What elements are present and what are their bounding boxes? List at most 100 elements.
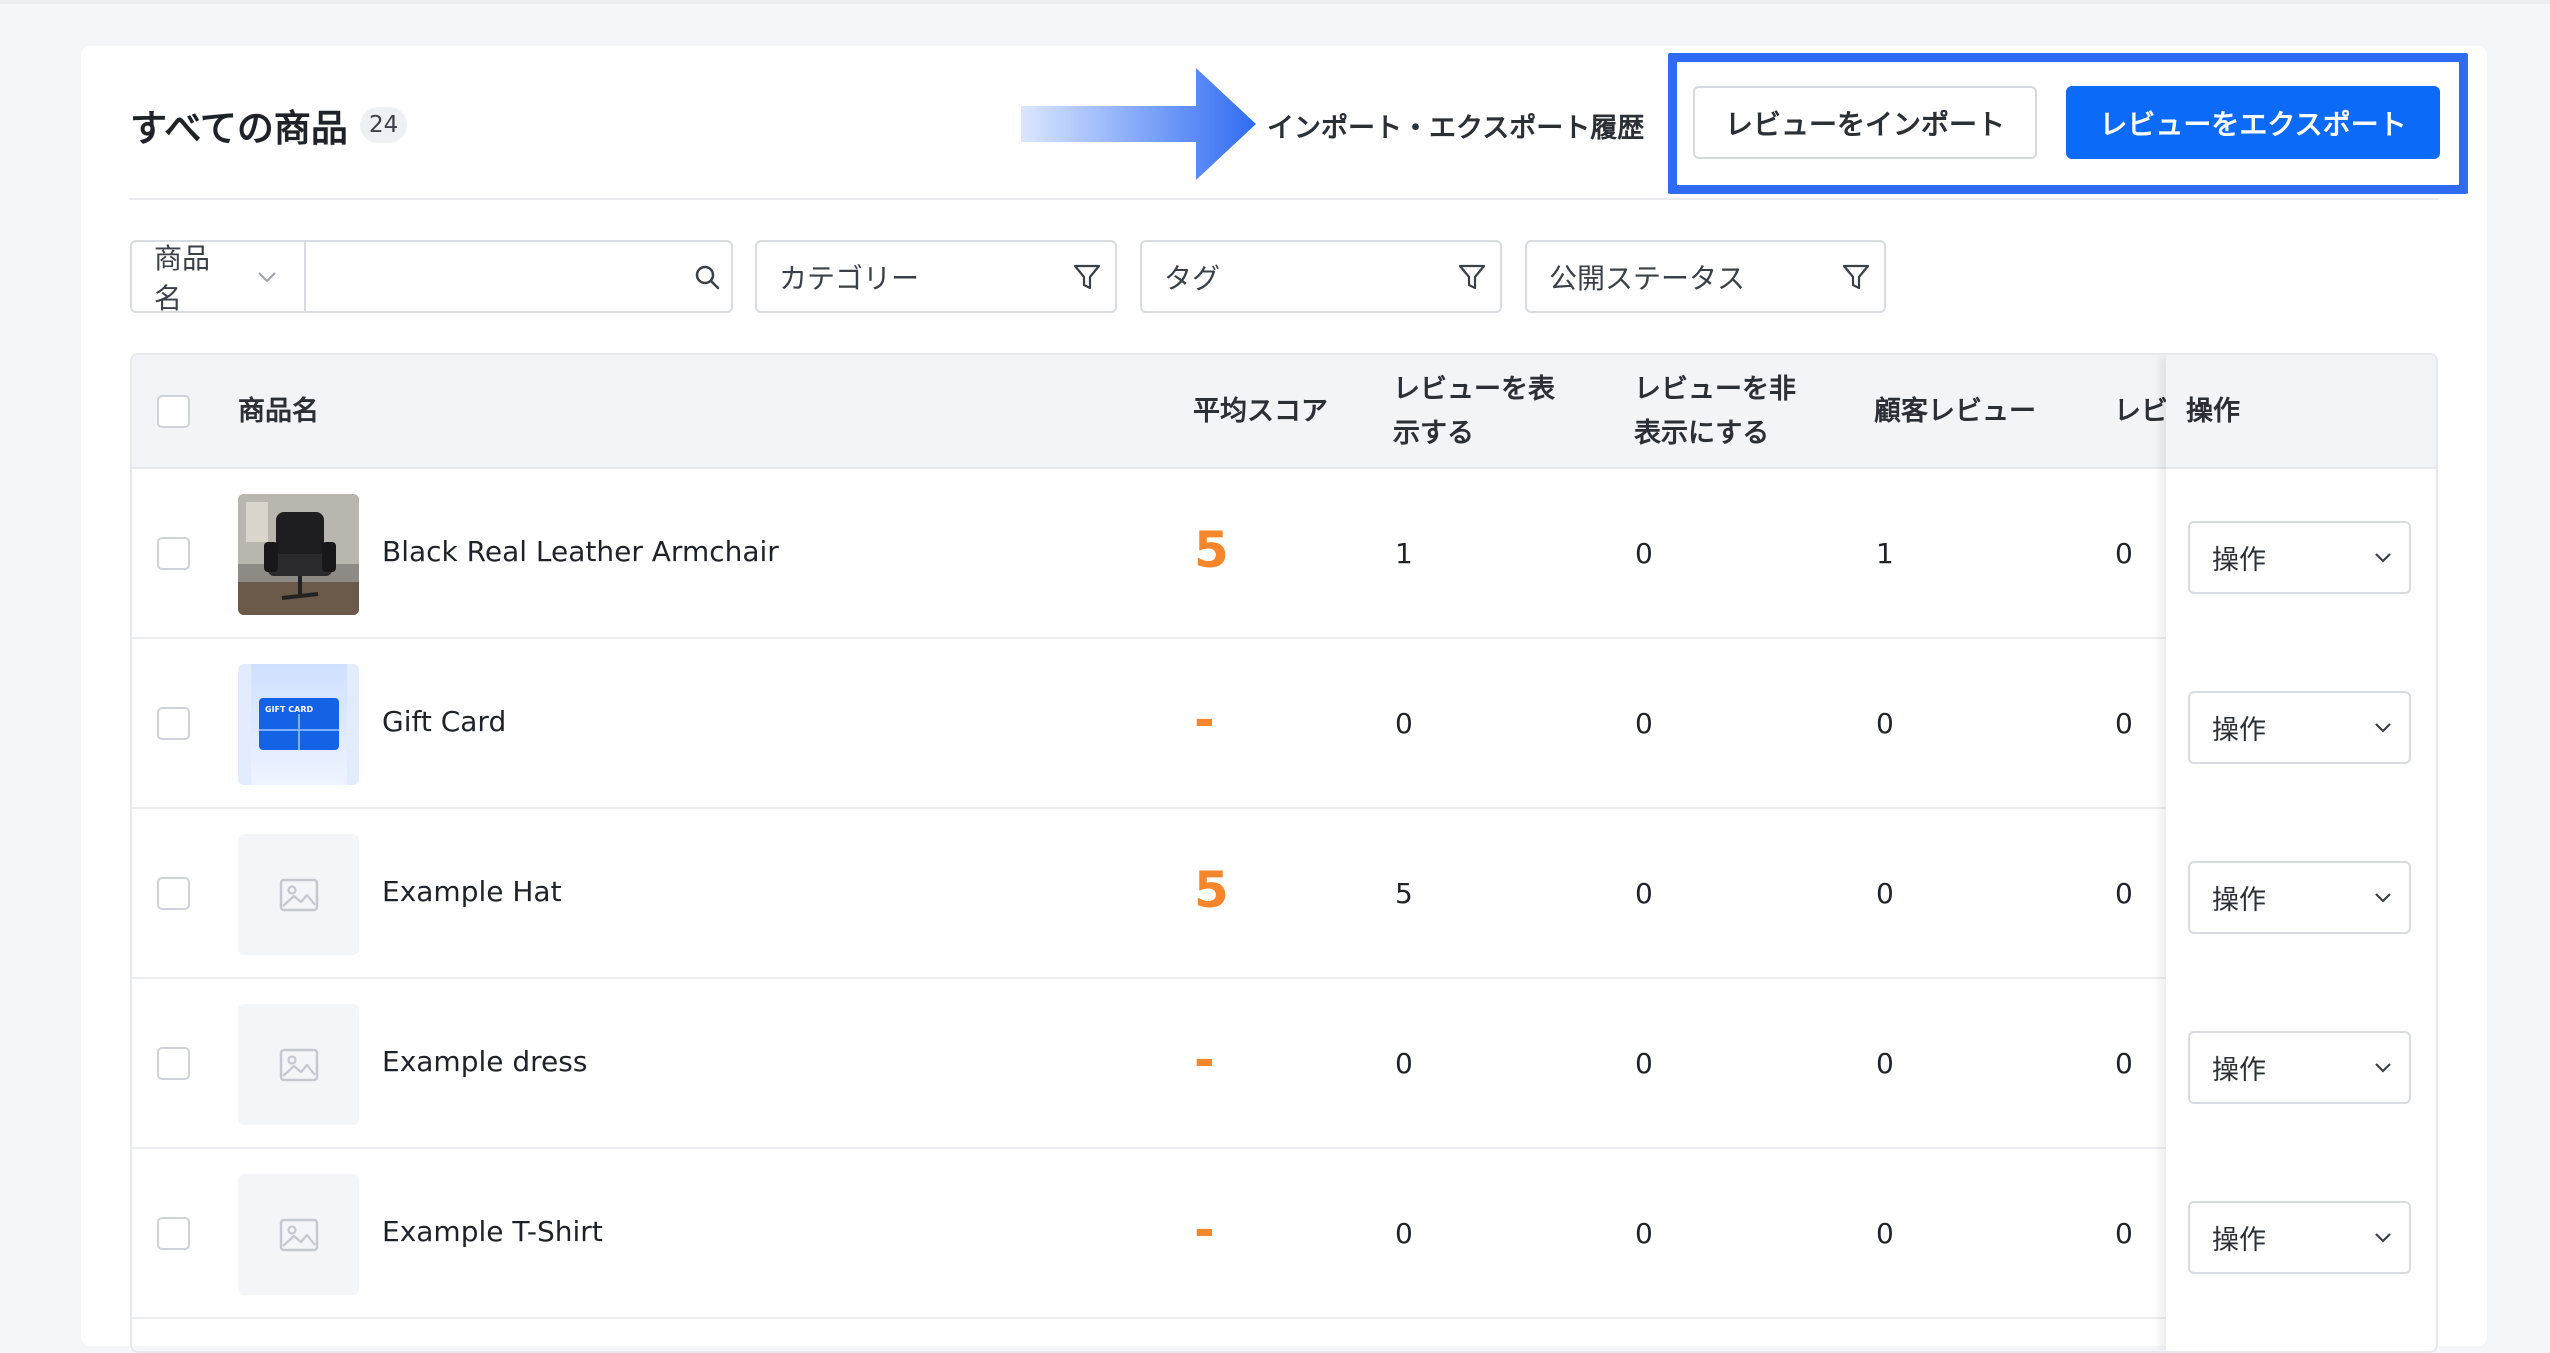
row-actions-dropdown[interactable]: 操作 bbox=[2188, 691, 2411, 764]
hidden-count: 0 bbox=[1635, 877, 1653, 910]
chevron-down-icon bbox=[2357, 722, 2409, 734]
table-row: Example T-Shirt - 0 0 0 0 bbox=[132, 1149, 2436, 1319]
extra-count: 0 bbox=[2115, 877, 2133, 910]
table-header: 商品名 平均スコア レビューを表 示する レビューを非 表示にする 顧客レビュー… bbox=[132, 355, 2436, 469]
row-actions-dropdown[interactable]: 操作 bbox=[2188, 521, 2411, 594]
search-field-select-label: 商品名 bbox=[154, 241, 211, 315]
actions-column: 操作 操作 操作 操作 操作 操作 bbox=[2166, 355, 2436, 1351]
status-filter[interactable]: 公開ステータス bbox=[1525, 240, 1886, 313]
product-name[interactable]: Example dress bbox=[382, 1045, 587, 1078]
product-name-search: 商品名 bbox=[130, 240, 733, 315]
product-thumbnail bbox=[238, 1004, 359, 1125]
table-row: Black Real Leather Armchair 5 1 0 1 0 bbox=[132, 469, 2436, 639]
pointer-arrow-icon bbox=[1021, 68, 1256, 180]
row-checkbox[interactable] bbox=[157, 537, 190, 570]
search-icon[interactable] bbox=[683, 263, 731, 291]
image-placeholder-icon bbox=[279, 878, 318, 911]
product-thumbnail bbox=[238, 834, 359, 955]
category-filter[interactable]: カテゴリー bbox=[755, 240, 1117, 313]
filter-icon bbox=[1444, 262, 1500, 292]
armchair-photo-icon bbox=[238, 494, 359, 615]
category-filter-label: カテゴリー bbox=[779, 261, 920, 295]
tag-filter[interactable]: タグ bbox=[1140, 240, 1502, 313]
table-row: GIFT CARD Gift Card - 0 0 0 0 bbox=[132, 639, 2436, 809]
row-actions-label: 操作 bbox=[2212, 545, 2266, 576]
col-product-name: 商品名 bbox=[238, 396, 319, 427]
gift-card-icon: GIFT CARD bbox=[250, 664, 347, 785]
actions-column-header: 操作 bbox=[2166, 355, 2436, 469]
row-checkbox[interactable] bbox=[157, 877, 190, 910]
col-shown-reviews-line1: レビューを表 bbox=[1393, 374, 1555, 405]
shown-count: 0 bbox=[1395, 1047, 1413, 1080]
hidden-count: 0 bbox=[1635, 1217, 1653, 1250]
row-actions-dropdown[interactable]: 操作 bbox=[2188, 1201, 2411, 1274]
extra-count: 0 bbox=[2115, 1047, 2133, 1080]
col-hidden-reviews-line1: レビューを非 bbox=[1634, 374, 1796, 405]
row-checkbox[interactable] bbox=[157, 707, 190, 740]
page-title: すべての商品 bbox=[130, 107, 348, 150]
row-actions-dropdown[interactable]: 操作 bbox=[2188, 1031, 2411, 1104]
product-name[interactable]: Gift Card bbox=[382, 705, 506, 738]
row-actions-label: 操作 bbox=[2212, 885, 2266, 916]
shown-count: 5 bbox=[1395, 877, 1413, 910]
shown-count: 0 bbox=[1395, 1217, 1413, 1250]
customer-count: 0 bbox=[1876, 1217, 1894, 1250]
filter-icon bbox=[1059, 262, 1115, 292]
col-customer-reviews: 顧客レビュー bbox=[1874, 396, 2036, 427]
shown-count: 0 bbox=[1395, 707, 1413, 740]
products-card: すべての商品 24 インポート・エクスポート履歴 レビューをインポート レビュー… bbox=[81, 46, 2487, 1353]
shown-count: 1 bbox=[1395, 537, 1413, 570]
col-shown-reviews-line2: 示する bbox=[1393, 418, 1474, 449]
col-shown-reviews: レビューを表 示する bbox=[1393, 368, 1555, 456]
avg-score: - bbox=[1194, 1201, 1215, 1259]
extra-count: 0 bbox=[2115, 537, 2133, 570]
import-reviews-button[interactable]: レビューをインポート bbox=[1693, 86, 2037, 159]
row-checkbox[interactable] bbox=[157, 1217, 190, 1250]
row-checkbox[interactable] bbox=[157, 1047, 190, 1080]
row-actions-dropdown[interactable]: 操作 bbox=[2188, 861, 2411, 934]
select-all-checkbox[interactable] bbox=[157, 395, 190, 428]
product-name[interactable]: Example Hat bbox=[382, 875, 562, 908]
row-actions-label: 操作 bbox=[2212, 1225, 2266, 1256]
count-badge: 24 bbox=[359, 107, 408, 143]
top-strip bbox=[0, 0, 2550, 4]
search-field-select[interactable]: 商品名 bbox=[132, 242, 307, 315]
gift-card-text: GIFT CARD bbox=[265, 705, 313, 714]
row-actions-label: 操作 bbox=[2212, 1055, 2266, 1086]
chevron-down-icon bbox=[2357, 1232, 2409, 1244]
col-hidden-reviews-line2: 表示にする bbox=[1634, 418, 1770, 449]
product-name[interactable]: Example T-Shirt bbox=[382, 1215, 603, 1248]
status-filter-label: 公開ステータス bbox=[1549, 261, 1746, 295]
extra-count: 0 bbox=[2115, 707, 2133, 740]
image-placeholder-icon bbox=[279, 1048, 318, 1081]
product-thumbnail bbox=[238, 1174, 359, 1295]
hidden-count: 0 bbox=[1635, 537, 1653, 570]
page-title-group: すべての商品 24 bbox=[130, 98, 408, 152]
avg-score: - bbox=[1194, 691, 1215, 749]
customer-count: 0 bbox=[1876, 1047, 1894, 1080]
import-export-history-link[interactable]: インポート・エクスポート履歴 bbox=[1267, 106, 1644, 145]
col-partial: レビ bbox=[2114, 396, 2168, 427]
hidden-count: 0 bbox=[1635, 707, 1653, 740]
customer-count: 1 bbox=[1876, 537, 1894, 570]
table-row: Example dress - 0 0 0 0 bbox=[132, 979, 2436, 1149]
products-table: 商品名 平均スコア レビューを表 示する レビューを非 表示にする 顧客レビュー… bbox=[130, 353, 2438, 1353]
header-divider bbox=[130, 198, 2438, 200]
chevron-down-icon bbox=[2357, 892, 2409, 904]
chevron-down-icon bbox=[2357, 1062, 2409, 1074]
export-reviews-button[interactable]: レビューをエクスポート bbox=[2066, 86, 2440, 159]
product-thumbnail bbox=[238, 494, 359, 615]
image-placeholder-icon bbox=[279, 1218, 318, 1251]
avg-score: - bbox=[1194, 1031, 1215, 1089]
customer-count: 0 bbox=[1876, 877, 1894, 910]
search-input[interactable] bbox=[306, 242, 684, 311]
hidden-count: 0 bbox=[1635, 1047, 1653, 1080]
extra-count: 0 bbox=[2115, 1217, 2133, 1250]
row-actions-label: 操作 bbox=[2212, 715, 2266, 746]
chevron-down-icon bbox=[2357, 552, 2409, 564]
product-thumbnail: GIFT CARD bbox=[238, 664, 359, 785]
col-avg-score: 平均スコア bbox=[1193, 396, 1328, 427]
col-hidden-reviews: レビューを非 表示にする bbox=[1634, 368, 1796, 456]
product-name[interactable]: Black Real Leather Armchair bbox=[382, 535, 779, 568]
col-actions: 操作 bbox=[2186, 396, 2240, 427]
